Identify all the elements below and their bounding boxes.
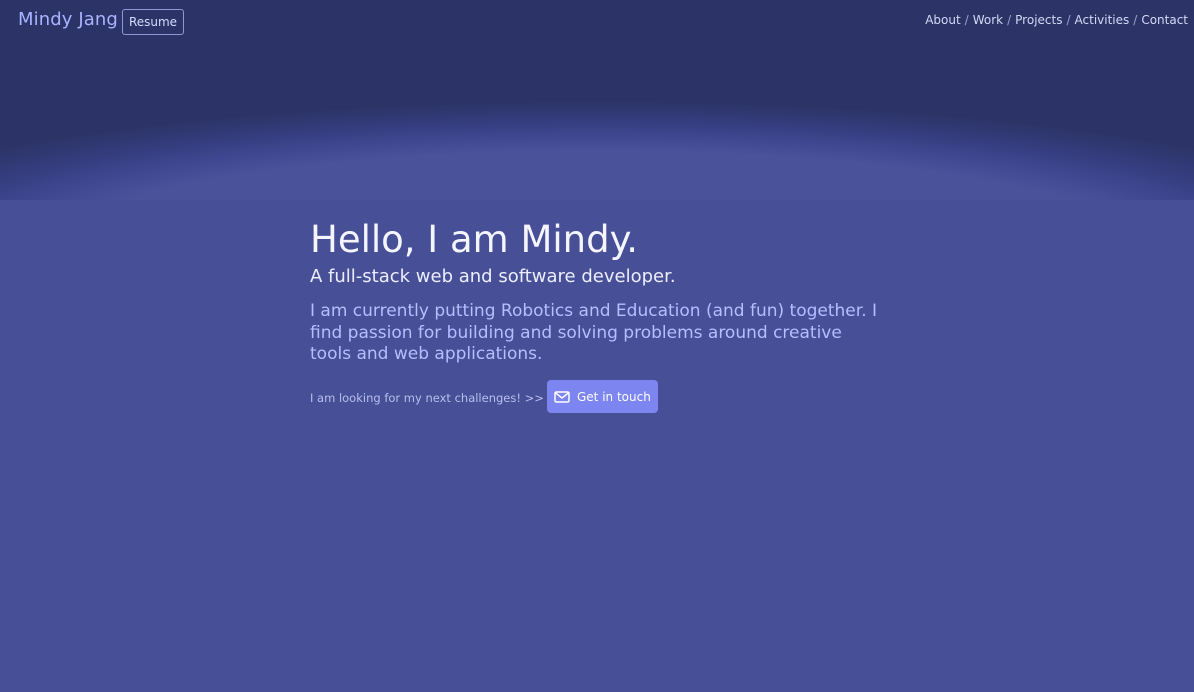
cta-text: I am looking for my next challenges! >> (310, 390, 544, 405)
nav-link-about[interactable]: About (925, 13, 960, 27)
hero-title: Hello, I am Mindy. (310, 218, 638, 261)
hero-section: Hello, I am Mindy. A full-stack web and … (310, 218, 900, 366)
get-in-touch-label: Get in touch (577, 389, 651, 404)
nav-links: About / Work / Projects / Activities / Contact (925, 13, 1188, 27)
nav-separator: / (1007, 13, 1012, 27)
envelope-icon (554, 390, 570, 403)
nav-link-projects[interactable]: Projects (1015, 13, 1062, 27)
navbar: Mindy Jang Resume About / Work / Projects / Ac… (0, 0, 1194, 44)
nav-separator: / (1066, 13, 1071, 27)
page: Mindy Jang Resume About / Work / Projects / Ac… (0, 0, 1194, 692)
hero-description: I am currently putting Robotics and Educ… (310, 301, 878, 364)
site-brand[interactable]: Mindy Jang (18, 9, 118, 30)
nav-link-contact[interactable]: Contact (1141, 13, 1188, 27)
hero-subtitle: A full-stack web and software developer. (310, 266, 676, 287)
nav-link-work[interactable]: Work (973, 13, 1003, 27)
nav-link-activities[interactable]: Activities (1075, 13, 1130, 27)
cta-row: I am looking for my next challenges! >> … (310, 380, 658, 413)
nav-separator: / (964, 13, 969, 27)
resume-button[interactable]: Resume (122, 9, 184, 35)
nav-separator: / (1133, 13, 1138, 27)
get-in-touch-button[interactable]: Get in touch (546, 380, 658, 413)
